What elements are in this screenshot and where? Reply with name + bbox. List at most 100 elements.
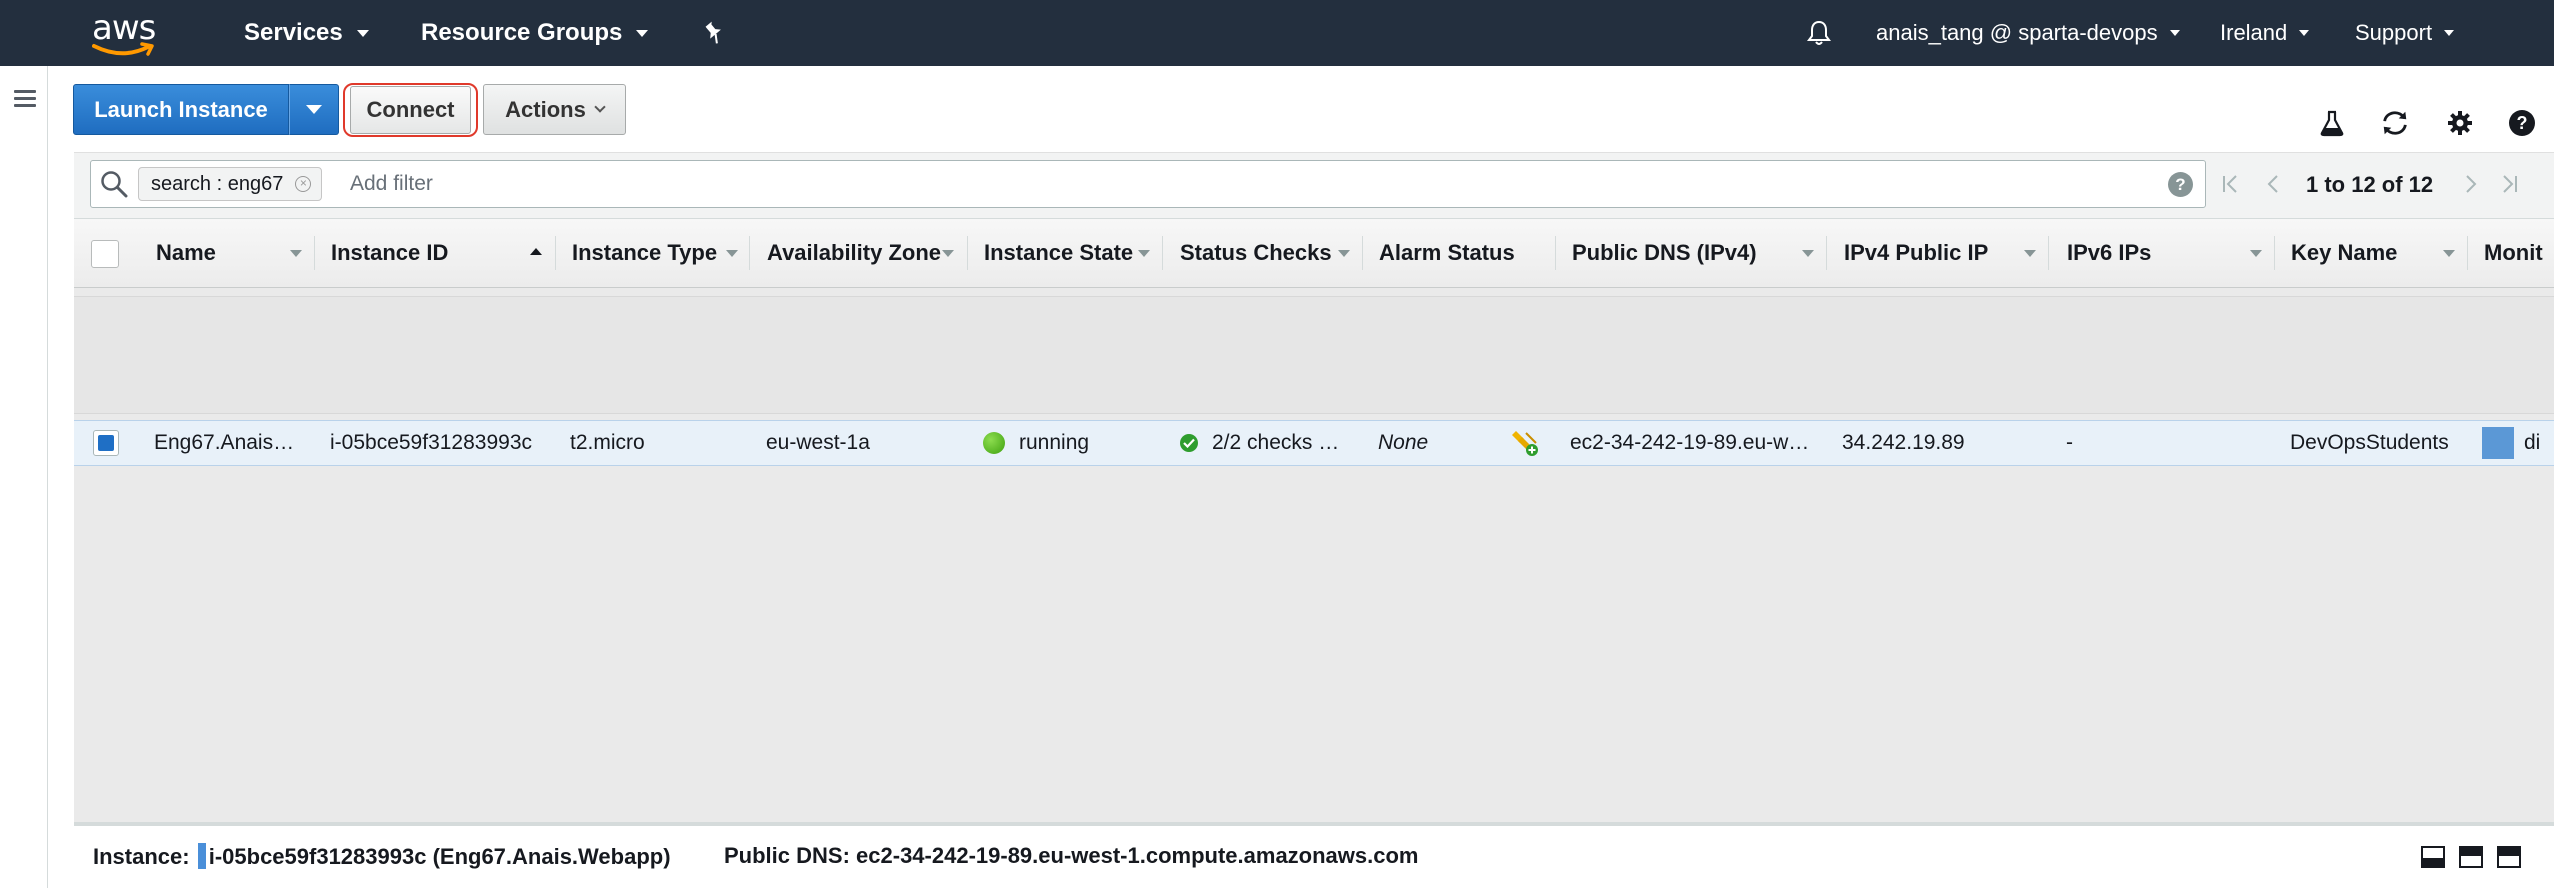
launch-instance-dropdown[interactable] [289,84,339,135]
account-label: anais_tang @ sparta-devops [1876,20,2158,45]
left-rail [0,66,48,888]
running-status-icon [983,432,1005,454]
cell-ipv4-public-ip: 34.242.19.89 [1842,431,1965,454]
column-header-ipv6-ips[interactable]: IPv6 IPs [2067,218,2151,288]
instance-color-swatch [197,843,206,869]
cell-status-checks: 2/2 checks … [1180,420,1355,466]
chevron-down-icon [636,29,649,37]
column-divider[interactable] [1162,236,1163,270]
select-all-checkbox[interactable] [91,240,119,268]
actions-label: Actions [505,96,586,122]
help-icon[interactable]: ? [2507,108,2537,138]
refresh-icon[interactable] [2380,108,2410,138]
column-header-public-dns[interactable]: Public DNS (IPv4) [1572,218,1757,288]
resource-groups-label: Resource Groups [421,19,623,46]
support-label: Support [2355,20,2433,45]
layout-bottom-icon[interactable] [2421,846,2445,868]
flask-icon[interactable] [2317,108,2347,138]
column-header-status-checks[interactable]: Status Checks [1180,218,1332,288]
sort-icon[interactable] [1802,250,1814,257]
column-divider[interactable] [1555,236,1556,270]
column-header-alarm-status[interactable]: Alarm Status [1379,218,1515,288]
alarm-add-icon[interactable] [1510,420,1544,466]
column-header-monitoring[interactable]: Monit [2484,218,2543,288]
column-header-ipv4-public-ip[interactable]: IPv4 Public IP [1844,218,1988,288]
column-divider[interactable] [1826,236,1827,270]
filter-help-icon[interactable]: ? [2168,172,2193,197]
column-divider[interactable] [314,236,315,270]
sort-icon[interactable] [2443,250,2455,257]
cell-key-name: DevOpsStudents [2290,431,2449,454]
column-header-availability-zone[interactable]: Availability Zone [767,218,941,288]
sort-icon[interactable] [1138,250,1150,257]
region-menu[interactable]: Ireland [2220,0,2310,66]
column-divider[interactable] [2467,236,2468,270]
dns-label: Public DNS: [724,843,850,868]
search-icon [100,170,128,203]
filter-chip[interactable]: search : eng67 × [138,167,323,201]
services-label: Services [244,19,343,46]
pagination-text: 1 to 12 of 12 [2306,172,2434,197]
cell-alarm-status: None [1378,431,1429,454]
status-checks-label: 2/2 checks … [1212,431,1340,454]
column-divider[interactable] [967,236,968,270]
instance-label: Instance: [93,844,190,869]
add-filter-input[interactable] [350,168,2150,200]
resource-groups-menu[interactable]: Resource Groups [421,0,649,66]
instance-value: i-05bce59f31283993c (Eng67.Anais.Webapp) [208,844,671,869]
first-page-icon[interactable] [2220,160,2242,208]
chevron-down-icon [2299,30,2310,36]
dns-value[interactable]: ec2-34-242-19-89.eu-west-1.compute.amazo… [856,843,1418,868]
actions-button[interactable]: Actions [483,84,626,135]
chevron-down-icon [2169,30,2180,36]
cell-public-dns: ec2-34-242-19-89.eu-w… [1570,431,1810,454]
row-checkbox[interactable] [93,430,119,456]
layout-split-icon[interactable] [2459,846,2483,868]
cell-ipv6-ips: - [2066,431,2073,454]
connect-button[interactable]: Connect [350,86,471,134]
next-page-icon[interactable] [2460,160,2482,208]
prev-page-icon[interactable] [2262,160,2284,208]
support-menu[interactable]: Support [2355,0,2455,66]
column-header-instance-state[interactable]: Instance State [984,218,1133,288]
column-divider[interactable] [1362,236,1363,270]
column-header-instance-type[interactable]: Instance Type [572,218,717,288]
column-divider[interactable] [555,236,556,270]
sort-icon[interactable] [1338,250,1350,257]
aws-logo[interactable]: aws [88,8,168,58]
sort-ascending-icon[interactable] [530,248,542,255]
column-divider[interactable] [2274,236,2275,270]
monitoring-swatch [2482,427,2514,459]
chevron-down-icon [594,100,606,113]
cell-monitoring: di [2482,420,2554,466]
sort-icon[interactable] [290,250,302,257]
column-header-key-name[interactable]: Key Name [2291,218,2397,288]
sort-icon[interactable] [2024,250,2036,257]
column-header-name[interactable]: Name [156,218,216,288]
pin-icon[interactable] [702,0,724,66]
chevron-down-icon [306,105,322,114]
bell-icon[interactable] [1806,0,1832,66]
services-menu[interactable]: Services [244,0,369,66]
menu-icon[interactable] [14,90,36,108]
instance-state-label: running [1019,431,1090,454]
gear-icon[interactable] [2445,108,2475,138]
sort-icon[interactable] [726,250,738,257]
sort-icon[interactable] [2250,250,2262,257]
close-icon[interactable]: × [295,176,312,192]
cell-instance-type: t2.micro [570,431,645,454]
chevron-down-icon [2444,30,2455,36]
region-label: Ireland [2220,20,2288,45]
selected-instance-dns: Public DNS: ec2-34-242-19-89.eu-west-1.c… [724,843,1418,869]
blank-row [74,296,2554,414]
last-page-icon[interactable] [2498,160,2520,208]
account-menu[interactable]: anais_tang @ sparta-devops [1876,0,2180,66]
cell-instance-id: i-05bce59f31283993c [330,431,533,454]
column-divider[interactable] [749,236,750,270]
column-divider[interactable] [2048,236,2049,270]
layout-top-icon[interactable] [2497,846,2521,868]
sort-icon[interactable] [942,250,954,257]
svg-text:?: ? [2517,113,2528,133]
launch-instance-button[interactable]: Launch Instance [73,84,289,135]
column-header-instance-id[interactable]: Instance ID [331,218,448,288]
